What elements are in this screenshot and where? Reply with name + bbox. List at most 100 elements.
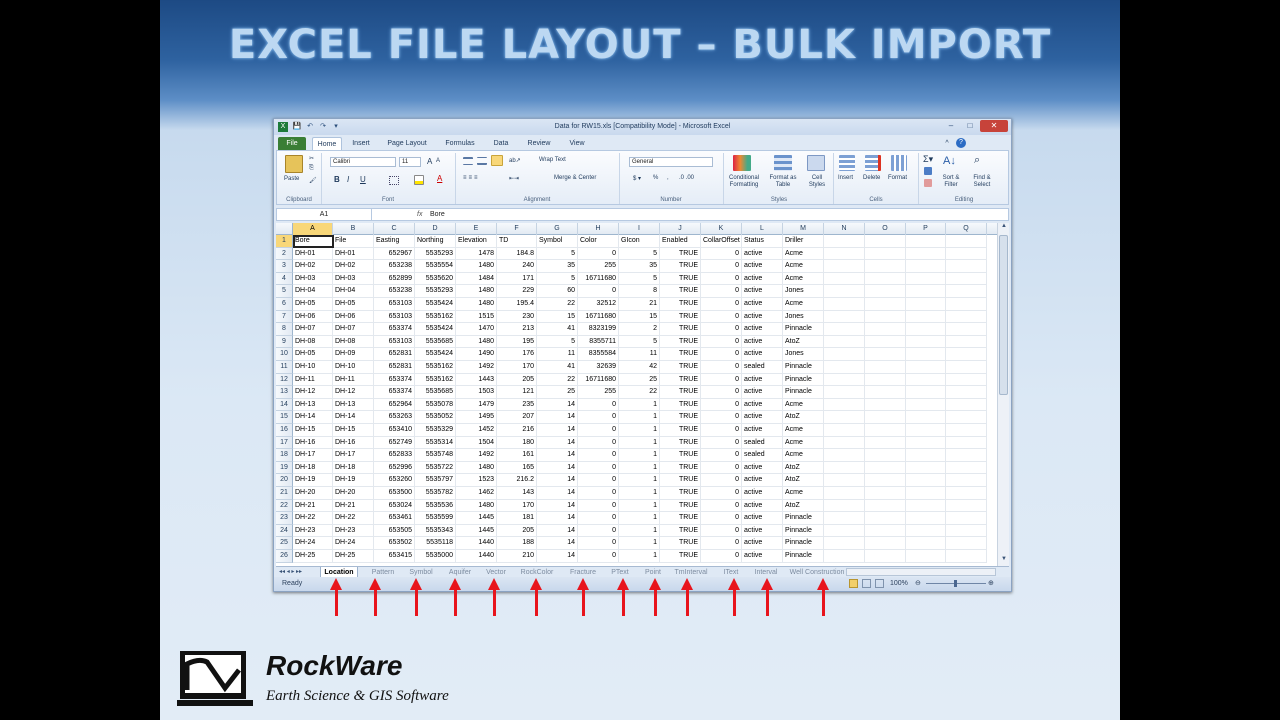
data-cell[interactable]: 0 <box>701 537 742 550</box>
empty-cell[interactable] <box>865 260 906 273</box>
empty-cell[interactable] <box>946 524 987 538</box>
data-cell[interactable]: TRUE <box>660 487 701 500</box>
row-header[interactable]: 21 <box>276 487 293 500</box>
data-cell[interactable]: 0 <box>701 424 742 437</box>
data-cell[interactable]: 1504 <box>456 436 497 450</box>
data-cell[interactable]: TRUE <box>660 323 701 336</box>
tab-formulas[interactable]: Formulas <box>440 137 480 150</box>
data-cell[interactable]: Pinnacle <box>783 323 824 336</box>
data-cell[interactable]: AtoZ <box>783 474 824 487</box>
data-cell[interactable]: 0 <box>701 436 742 450</box>
empty-cell[interactable] <box>824 235 865 248</box>
data-cell[interactable]: 0 <box>701 272 742 286</box>
data-cell[interactable]: 171 <box>497 272 537 286</box>
data-cell[interactable]: 2 <box>619 323 660 336</box>
empty-cell[interactable] <box>906 285 946 298</box>
data-cell[interactable]: TRUE <box>660 298 701 311</box>
data-cell[interactable]: 1445 <box>456 524 497 538</box>
data-cell[interactable]: DH-19 <box>293 474 333 487</box>
data-cell[interactable]: 1 <box>619 411 660 424</box>
row-header[interactable]: 11 <box>276 361 293 374</box>
data-cell[interactable]: 16711680 <box>578 310 619 324</box>
empty-cell[interactable] <box>865 461 906 475</box>
data-cell[interactable]: TRUE <box>660 436 701 450</box>
empty-cell[interactable] <box>906 272 946 286</box>
cut-icon[interactable]: ✂ <box>309 155 314 162</box>
data-cell[interactable]: 35 <box>537 260 578 273</box>
data-cell[interactable]: 0 <box>701 285 742 298</box>
data-cell[interactable]: Jones <box>783 348 824 361</box>
data-cell[interactable]: active <box>742 373 783 387</box>
empty-cell[interactable] <box>906 386 946 399</box>
zoom-level[interactable]: 100% <box>890 580 908 587</box>
data-cell[interactable]: sealed <box>742 436 783 450</box>
data-cell[interactable]: 0 <box>701 487 742 500</box>
data-cell[interactable]: 5 <box>537 335 578 349</box>
data-cell[interactable]: Pinnacle <box>783 512 824 525</box>
data-cell[interactable]: 5535685 <box>415 386 456 399</box>
data-cell[interactable]: 1480 <box>456 298 497 311</box>
data-cell[interactable]: 188 <box>497 537 537 550</box>
data-cell[interactable]: Pinnacle <box>783 537 824 550</box>
data-cell[interactable]: 0 <box>578 550 619 563</box>
empty-cell[interactable] <box>865 247 906 261</box>
data-cell[interactable]: 1503 <box>456 386 497 399</box>
data-cell[interactable]: 5 <box>619 247 660 261</box>
data-cell[interactable]: DH-18 <box>293 461 333 475</box>
empty-cell[interactable] <box>824 386 865 399</box>
data-cell[interactable]: 1462 <box>456 487 497 500</box>
data-cell[interactable]: DH-04 <box>333 285 374 298</box>
data-cell[interactable]: 0 <box>701 298 742 311</box>
empty-cell[interactable] <box>906 524 946 538</box>
data-cell[interactable]: 0 <box>578 474 619 487</box>
formula-input[interactable]: Bore <box>430 209 445 220</box>
data-cell[interactable]: DH-05 <box>293 348 333 361</box>
data-cell[interactable]: 0 <box>701 335 742 349</box>
empty-cell[interactable] <box>824 537 865 550</box>
data-cell[interactable]: TRUE <box>660 474 701 487</box>
empty-cell[interactable] <box>946 461 987 475</box>
column-header-o[interactable]: O <box>865 223 906 235</box>
row-header[interactable]: 7 <box>276 310 293 324</box>
empty-cell[interactable] <box>865 499 906 513</box>
data-cell[interactable]: TRUE <box>660 272 701 286</box>
data-cell[interactable]: 652899 <box>374 272 415 286</box>
row-header[interactable]: 25 <box>276 537 293 550</box>
data-cell[interactable]: 181 <box>497 512 537 525</box>
data-cell[interactable]: active <box>742 260 783 273</box>
find-select-button[interactable]: Find & Select <box>967 175 997 189</box>
data-cell[interactable]: 1492 <box>456 361 497 374</box>
row-header[interactable]: 9 <box>276 335 293 349</box>
data-cell[interactable]: 5535722 <box>415 461 456 475</box>
header-cell[interactable]: Enabled <box>660 235 701 248</box>
data-cell[interactable]: 184.8 <box>497 247 537 261</box>
data-cell[interactable]: 8 <box>619 285 660 298</box>
format-button[interactable]: Format <box>888 175 907 181</box>
column-header-i[interactable]: I <box>619 223 660 235</box>
data-cell[interactable]: DH-24 <box>293 537 333 550</box>
data-cell[interactable]: 14 <box>537 398 578 412</box>
data-cell[interactable]: 210 <box>497 550 537 563</box>
data-cell[interactable]: 653260 <box>374 474 415 487</box>
empty-cell[interactable] <box>906 449 946 462</box>
data-cell[interactable]: 0 <box>578 247 619 261</box>
data-cell[interactable]: Acme <box>783 260 824 273</box>
format-cells-icon[interactable] <box>891 155 907 171</box>
data-cell[interactable]: TRUE <box>660 524 701 538</box>
header-cell[interactable]: Symbol <box>537 235 578 248</box>
tab-view[interactable]: View <box>564 137 590 150</box>
data-cell[interactable]: 0 <box>701 247 742 261</box>
data-cell[interactable]: 16711680 <box>578 272 619 286</box>
tab-data[interactable]: Data <box>488 137 514 150</box>
wrap-text-button[interactable]: Wrap Text <box>539 157 566 163</box>
data-cell[interactable]: sealed <box>742 449 783 462</box>
empty-cell[interactable] <box>824 260 865 273</box>
data-cell[interactable]: 653238 <box>374 285 415 298</box>
column-header-e[interactable]: E <box>456 223 497 235</box>
normal-view-icon[interactable] <box>849 579 858 588</box>
data-cell[interactable]: 653263 <box>374 411 415 424</box>
paste-icon[interactable] <box>285 155 303 173</box>
data-cell[interactable]: 1480 <box>456 285 497 298</box>
scroll-down-icon[interactable]: ▼ <box>999 556 1009 566</box>
data-cell[interactable]: DH-14 <box>293 411 333 424</box>
